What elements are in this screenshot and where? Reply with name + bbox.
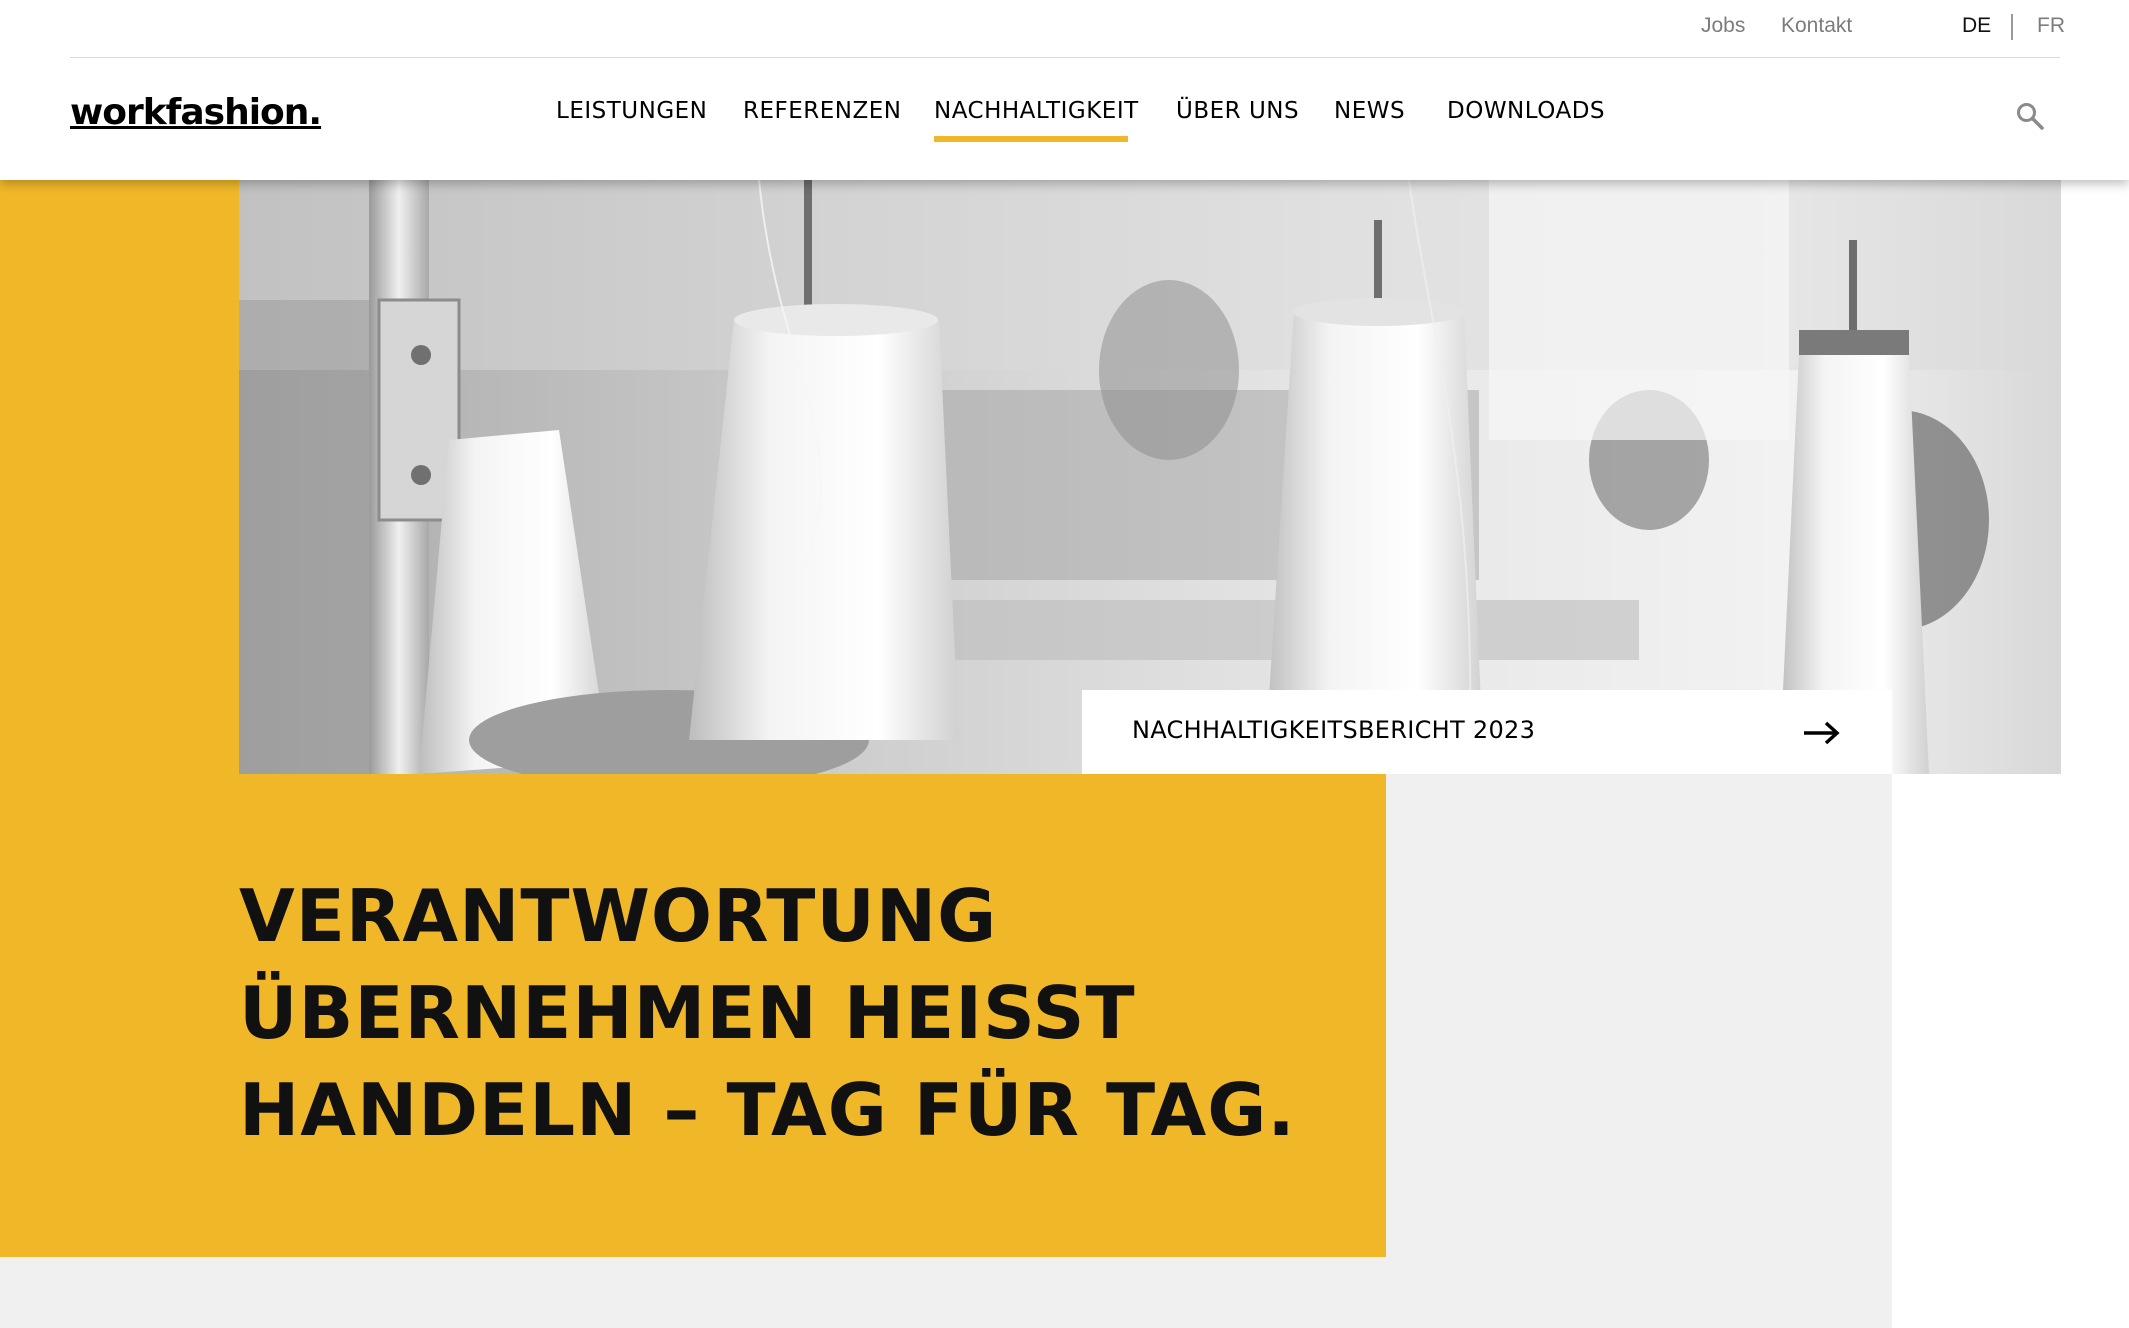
report-link-label: NACHHALTIGKEITSBERICHT 2023: [1132, 716, 1536, 744]
lang-separator: [2011, 14, 2013, 40]
headline-line-1: VERANTWORTUNG: [239, 874, 998, 958]
search-icon[interactable]: [2015, 101, 2045, 131]
headline-line-2: ÜBERNEHMEN HEISST: [239, 971, 1136, 1055]
utility-nav: Jobs Kontakt DE FR: [0, 14, 2129, 44]
site-header: Jobs Kontakt DE FR workfashion. LEISTUNG…: [0, 0, 2129, 180]
nav-item-news[interactable]: NEWS: [1334, 98, 1405, 124]
main-nav: LEISTUNGEN REFERENZEN NACHHALTIGKEIT ÜBE…: [0, 98, 2129, 148]
link-jobs[interactable]: Jobs: [1701, 14, 1745, 38]
arrow-right-icon: [1804, 721, 1840, 745]
header-divider: [70, 57, 2060, 58]
thread-spools-photo: [239, 180, 2061, 774]
lang-de[interactable]: DE: [1962, 14, 1991, 38]
link-kontakt[interactable]: Kontakt: [1781, 14, 1852, 38]
nav-item-downloads[interactable]: DOWNLOADS: [1447, 98, 1605, 124]
hero-image: [239, 180, 2061, 774]
nav-item-referenzen[interactable]: REFERENZEN: [743, 98, 902, 124]
headline-line-3: HANDELN – TAG FÜR TAG.: [239, 1068, 1296, 1152]
sustainability-report-link[interactable]: NACHHALTIGKEITSBERICHT 2023: [1082, 690, 1892, 774]
lang-fr[interactable]: FR: [2037, 14, 2065, 38]
nav-item-nachhaltigkeit[interactable]: NACHHALTIGKEIT: [934, 98, 1139, 124]
active-nav-indicator: [934, 136, 1128, 142]
page-headline: VERANTWORTUNG ÜBERNEHMEN HEISST HANDELN …: [239, 868, 1296, 1159]
grey-band-bottom: [0, 1257, 1892, 1328]
nav-item-ueber-uns[interactable]: ÜBER UNS: [1176, 98, 1299, 124]
grey-panel-right: [1386, 774, 1892, 1257]
nav-item-leistungen[interactable]: LEISTUNGEN: [556, 98, 707, 124]
accent-band-left: [0, 180, 240, 774]
